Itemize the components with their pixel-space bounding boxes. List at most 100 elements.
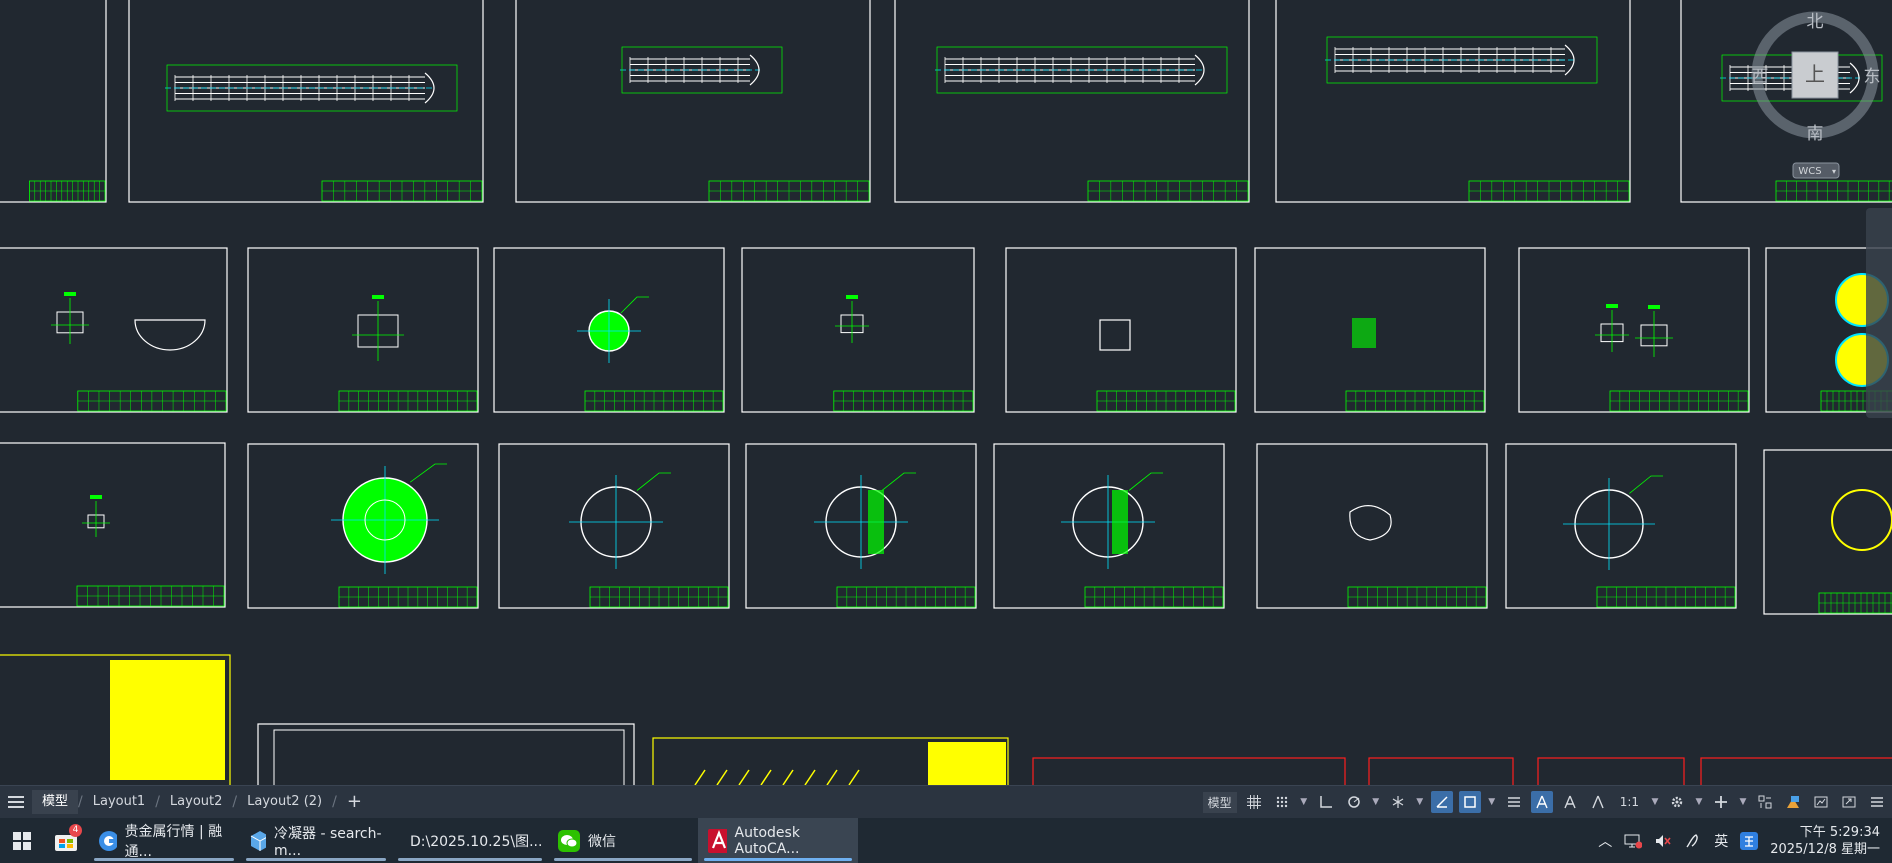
plus-icon[interactable] xyxy=(1710,791,1732,813)
cube-app-icon xyxy=(250,830,267,851)
leader-line xyxy=(409,463,447,483)
lineweight-icon[interactable] xyxy=(1503,791,1525,813)
drawing-sheet xyxy=(1505,443,1737,609)
auto-scale-icon[interactable] xyxy=(1559,791,1581,813)
yellow-leader xyxy=(826,769,838,785)
viewcube-west[interactable]: 西 xyxy=(1752,67,1769,87)
chevron-up-icon[interactable]: ︿ xyxy=(1598,831,1612,851)
part-tag xyxy=(372,295,384,299)
part-tag xyxy=(64,292,76,296)
network-icon[interactable] xyxy=(1624,833,1643,849)
leader-line xyxy=(1629,475,1663,494)
part-tag xyxy=(1606,304,1618,308)
system-clock[interactable]: 下午 5:29:34 2025/12/8 星期一 xyxy=(1770,824,1880,858)
isometric-drafting-icon[interactable] xyxy=(1387,791,1409,813)
chevron-down-icon[interactable]: ▼ xyxy=(1650,797,1660,807)
drawing-sheet xyxy=(1256,443,1488,609)
ime-icon[interactable] xyxy=(1740,831,1759,850)
model-space-toggle[interactable]: 模型 xyxy=(1202,791,1237,813)
yellow-leader xyxy=(848,769,860,785)
snap-icon[interactable] xyxy=(1271,791,1293,813)
leader-line xyxy=(1128,472,1163,491)
part-outline xyxy=(1099,319,1131,351)
hatched-part xyxy=(868,490,884,554)
leader-line xyxy=(620,296,649,314)
input-language-indicator[interactable]: 英 xyxy=(1714,831,1728,851)
edge-browser-icon xyxy=(99,830,117,851)
chevron-down-icon[interactable]: ▼ xyxy=(1487,797,1497,807)
taskbar-item-search-app[interactable]: 冷凝器 - search-m... xyxy=(240,818,392,863)
wcs-menu[interactable]: WCS xyxy=(1798,166,1821,177)
drawing-sheet xyxy=(1005,247,1237,413)
navigation-bar[interactable] xyxy=(1866,208,1892,418)
part-tag xyxy=(846,295,858,299)
microsoft-store-icon[interactable]: 4 xyxy=(44,818,88,863)
layout-status-bar: 模型 / Layout1 / Layout2 / Layout2 (2) / +… xyxy=(0,785,1892,818)
chevron-down-icon[interactable]: ▼ xyxy=(1415,797,1425,807)
leader-line xyxy=(881,472,916,491)
taskbar-item-label: 微信 xyxy=(588,833,616,850)
volume-icon[interactable] xyxy=(1654,833,1672,849)
windows-taskbar: 4 贵金属行情 | 融通... 冷凝器 - search-m... D:\202… xyxy=(0,818,1892,863)
chevron-down-icon[interactable]: ▼ xyxy=(1738,797,1748,807)
viewcube-east[interactable]: 东 xyxy=(1864,67,1881,87)
hatched-part xyxy=(1112,490,1128,554)
drawing-sheet xyxy=(741,247,975,413)
fullscreen-icon[interactable] xyxy=(1838,791,1860,813)
annotation-visibility-icon[interactable] xyxy=(1530,791,1553,813)
taskbar-item-label: 冷凝器 - search-m... xyxy=(274,825,382,859)
hamburger-menu-icon[interactable] xyxy=(0,787,32,817)
quick-properties-icon[interactable] xyxy=(1754,791,1776,813)
graphics-performance-icon[interactable] xyxy=(1810,791,1832,813)
taskbar-item-label: D:\2025.10.25\图... xyxy=(410,833,543,850)
drawing-sheet xyxy=(993,443,1225,609)
red-frame-sheet xyxy=(1032,757,1346,785)
red-frame-sheet xyxy=(1537,757,1685,785)
polar-tracking-icon[interactable] xyxy=(1343,791,1365,813)
viewcube-south[interactable]: 南 xyxy=(1807,124,1824,144)
red-frame-sheet xyxy=(1368,757,1514,785)
drawing-sheet xyxy=(128,0,484,203)
yellow-table xyxy=(928,742,1006,785)
clock-time: 下午 5:29:34 xyxy=(1799,824,1880,840)
viewcube-north[interactable]: 北 xyxy=(1807,12,1824,32)
yellow-leader xyxy=(694,769,706,785)
taskbar-item-autocad[interactable]: Autodesk AutoCA... xyxy=(698,818,858,863)
chevron-down-icon[interactable]: ▼ xyxy=(1371,797,1381,807)
flange-half xyxy=(134,319,206,351)
part-tag xyxy=(90,495,102,499)
yellow-leader xyxy=(804,769,816,785)
annotation-scale-value[interactable]: 1:1 xyxy=(1615,793,1644,811)
tab-layout2-2[interactable]: Layout2 (2) xyxy=(237,790,332,814)
drawing-sheet xyxy=(1518,247,1750,413)
pen-ink-icon[interactable] xyxy=(1684,833,1702,849)
part-outline xyxy=(1349,505,1392,541)
chevron-down-icon[interactable]: ▼ xyxy=(1299,797,1309,807)
tab-model[interactable]: 模型 xyxy=(32,790,79,814)
annotation-scale-icon[interactable] xyxy=(1587,791,1609,813)
viewcube-top-face[interactable]: 上 xyxy=(1805,62,1825,86)
taskbar-item-explorer[interactable]: D:\2025.10.25\图... xyxy=(392,818,548,863)
wechat-icon xyxy=(558,829,580,852)
object-snap-icon[interactable] xyxy=(1458,791,1481,813)
taskbar-item-browser[interactable]: 贵金属行情 | 融通... xyxy=(88,818,240,863)
customize-menu-icon[interactable] xyxy=(1866,791,1888,813)
drawing-sheets[interactable] xyxy=(0,0,1892,785)
taskbar-item-label: 贵金属行情 | 融通... xyxy=(124,823,223,860)
gear-icon[interactable] xyxy=(1666,791,1688,813)
add-layout-button[interactable]: + xyxy=(337,790,372,814)
tab-layout1[interactable]: Layout1 xyxy=(83,790,155,814)
object-snap-tracking-icon[interactable] xyxy=(1430,791,1453,813)
status-bar-tools: 模型 ▼ ▼ ▼ ▼ 1:1 ▼ ▼ ▼ xyxy=(1202,786,1892,818)
viewcube[interactable]: 上 北 南 西 东 WCS ▾ xyxy=(1740,0,1890,190)
drawing-sheet xyxy=(1763,449,1892,615)
yellow-leader xyxy=(782,769,794,785)
windows-start-icon[interactable] xyxy=(0,818,44,863)
grid-icon[interactable] xyxy=(1243,791,1265,813)
ortho-icon[interactable] xyxy=(1315,791,1337,813)
chevron-down-icon[interactable]: ▼ xyxy=(1694,797,1704,807)
isolate-objects-icon[interactable] xyxy=(1782,791,1804,813)
model-space-canvas[interactable]: 上 北 南 西 东 WCS ▾ xyxy=(0,0,1892,785)
tab-layout2[interactable]: Layout2 xyxy=(160,790,232,814)
taskbar-item-wechat[interactable]: 微信 xyxy=(548,818,698,863)
